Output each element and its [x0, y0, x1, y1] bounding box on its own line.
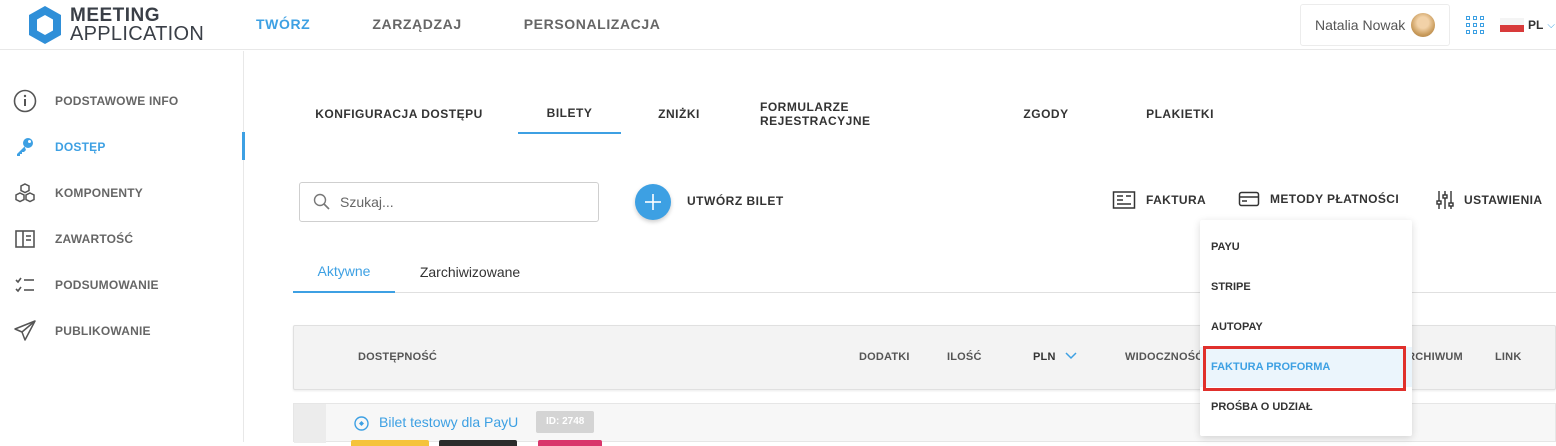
sidebar-item-label: ZAWARTOŚĆ [55, 232, 134, 246]
sidebar-item-publikowanie[interactable]: PUBLIKOWANIE [0, 314, 244, 348]
payment-option-stripe[interactable]: STRIPE [1200, 267, 1412, 307]
paper-plane-icon [12, 318, 38, 344]
plus-icon [645, 194, 661, 210]
credit-card-icon [1238, 191, 1260, 207]
sidebar-item-podsumowanie[interactable]: PODSUMOWANIE [0, 268, 244, 302]
tab-znizki[interactable]: ZNIŻKI [643, 94, 715, 134]
settings-label: USTAWIENIA [1464, 193, 1543, 207]
book-icon [12, 226, 38, 252]
column-header-link[interactable]: LINK [1495, 351, 1521, 363]
tab-formularze-rejestracyjne[interactable]: FORMULARZE REJESTRACYJNE [760, 94, 960, 134]
ticket-title-link[interactable]: Bilet testowy dla PayU [379, 414, 518, 430]
status-chip [538, 440, 602, 446]
tab-konfiguracja-dostepu[interactable]: KONFIGURACJA DOSTĘPU [308, 94, 490, 134]
column-header-currency[interactable]: PLN [1033, 351, 1077, 363]
settings-button[interactable]: USTAWIENIA [1436, 190, 1542, 210]
top-bar: MEETING APPLICATION TWÓRZ ZARZĄDZAJ PERS… [0, 0, 1556, 50]
user-name: Natalia Nowak [1315, 17, 1406, 33]
invoice-button[interactable]: FAKTURA [1112, 190, 1206, 210]
info-icon [12, 88, 38, 114]
invoice-label: FAKTURA [1146, 193, 1207, 207]
tab-aktywne[interactable]: Aktywne [293, 250, 395, 293]
create-ticket-button[interactable] [635, 184, 671, 220]
column-header-visibility[interactable]: WIDOCZNOŚĆ [1125, 351, 1203, 363]
poland-flag-icon [1500, 18, 1524, 32]
tab-zarchiwizowane[interactable]: Zarchiwizowane [405, 250, 535, 293]
chevron-down-icon: ⌵ [1547, 19, 1555, 31]
sliders-icon [1436, 191, 1454, 209]
payment-option-payu[interactable]: PAYU [1200, 227, 1412, 267]
sidebar-item-podstawowe-info[interactable]: PODSTAWOWE INFO [0, 84, 244, 118]
currency-label: PLN [1033, 351, 1056, 363]
payment-option-prosba-o-udzial[interactable]: PROŚBA O UDZIAŁ [1200, 387, 1412, 427]
sidebar-item-label: KOMPONENTY [55, 186, 144, 200]
sidebar-item-label: PODSUMOWANIE [55, 278, 159, 292]
avatar [1411, 13, 1435, 37]
ticket-id-badge: ID: 2748 [536, 411, 595, 433]
payment-methods-dropdown: PAYU STRIPE AUTOPAY FAKTURA PROFORMA PRO… [1200, 220, 1412, 436]
nav-zarzadzaj[interactable]: ZARZĄDZAJ [372, 16, 461, 32]
nav-tworz[interactable]: TWÓRZ [256, 16, 310, 32]
cubes-icon [12, 180, 38, 206]
nav-personalizacja[interactable]: PERSONALIZACJA [524, 16, 661, 32]
chevron-down-icon [1065, 352, 1077, 360]
language-selector[interactable]: PL ⌵ [1500, 18, 1555, 32]
sidebar-item-komponenty[interactable]: KOMPONENTY [0, 176, 244, 210]
column-header-quantity[interactable]: ILOŚĆ [947, 351, 982, 363]
create-ticket-label[interactable]: UTWÓRZ BILET [687, 194, 784, 208]
key-icon [12, 134, 38, 160]
search-icon [313, 193, 330, 210]
checklist-icon [12, 272, 38, 298]
sidebar-item-zawartosc[interactable]: ZAWARTOŚĆ [0, 222, 244, 256]
payment-option-faktura-proforma[interactable]: FAKTURA PROFORMA [1200, 347, 1412, 387]
apps-grid-icon[interactable] [1466, 16, 1484, 34]
ticket-badge-icon [354, 416, 369, 431]
logo-text-line2: APPLICATION [70, 23, 205, 45]
tab-zgody[interactable]: ZGODY [1010, 94, 1082, 134]
top-nav: TWÓRZ ZARZĄDZAJ PERSONALIZACJA [256, 16, 722, 32]
language-code: PL [1528, 18, 1544, 32]
column-header-addons[interactable]: DODATKI [859, 351, 910, 363]
hexagon-logo-icon [29, 6, 61, 44]
sidebar-item-label: PODSTAWOWE INFO [55, 94, 179, 108]
app-logo[interactable]: MEETING APPLICATION [26, 4, 204, 46]
status-chip [351, 440, 429, 446]
payment-methods-label: METODY PŁATNOŚCI [1270, 192, 1400, 206]
sidebar-item-dostep[interactable]: DOSTĘP [0, 130, 245, 164]
payment-option-autopay[interactable]: AUTOPAY [1200, 307, 1412, 347]
column-header-availability[interactable]: DOSTĘPNOŚĆ [358, 351, 437, 363]
tab-bilety[interactable]: BILETY [518, 94, 621, 134]
status-chip [439, 440, 517, 446]
payment-methods-button[interactable]: METODY PŁATNOŚCI [1238, 190, 1399, 208]
sidebar-item-label: DOSTĘP [55, 140, 106, 154]
row-drag-handle[interactable] [294, 404, 326, 443]
user-menu[interactable]: Natalia Nowak [1300, 4, 1450, 46]
invoice-icon [1112, 191, 1136, 209]
sidebar-item-label: PUBLIKOWANIE [55, 324, 151, 338]
tab-plakietki[interactable]: PLAKIETKI [1125, 94, 1235, 134]
search-box [299, 182, 599, 222]
sidebar: PODSTAWOWE INFO DOSTĘP KOMPONENTY ZAWART… [0, 51, 245, 442]
search-input[interactable] [340, 194, 580, 210]
